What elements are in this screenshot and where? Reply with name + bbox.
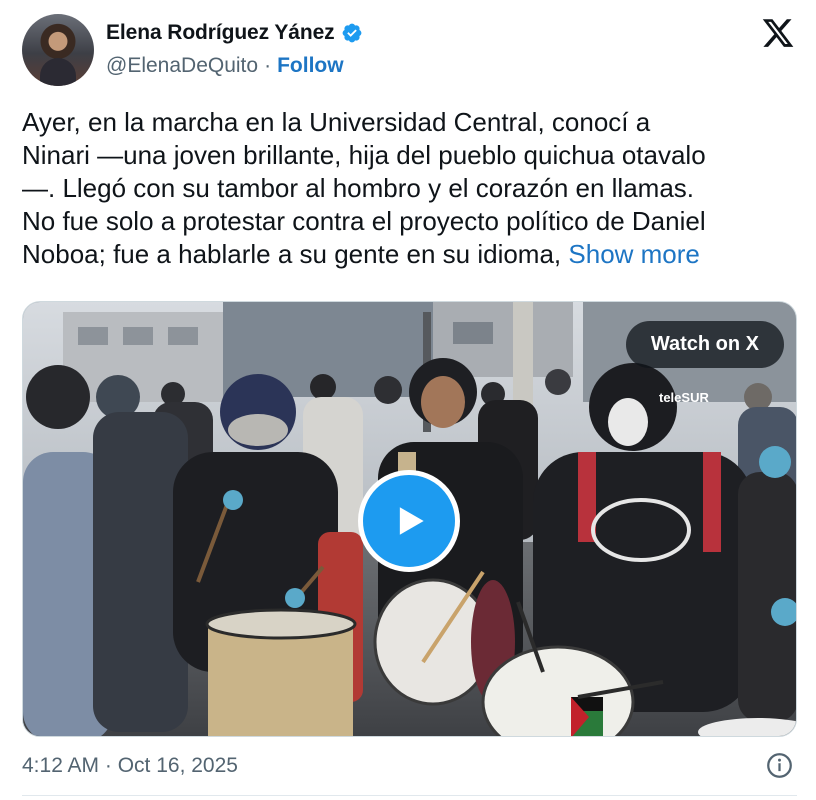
play-icon	[399, 507, 424, 535]
author-name-row: Elena Rodríguez Yánez	[106, 21, 363, 45]
info-icon[interactable]	[766, 752, 793, 779]
author-handle[interactable]: @ElenaDeQuito	[106, 54, 258, 78]
play-button[interactable]	[358, 470, 460, 572]
author-handle-row: @ElenaDeQuito · Follow	[106, 54, 344, 78]
tweet-line: —. Llegó con su tambor al hombro y el co…	[22, 173, 695, 203]
watch-on-x-button[interactable]: Watch on X	[625, 321, 784, 368]
author-avatar[interactable]	[22, 14, 94, 86]
tweet-line: No fue solo a protestar contra el proyec…	[22, 206, 706, 236]
tweet-text: Ayer, en la marcha en la Universidad Cen…	[22, 106, 802, 271]
show-more-link[interactable]: Show more	[568, 239, 700, 269]
video-player[interactable]: teleSUR Watch on X	[22, 301, 797, 737]
tweet-line-text: Noboa; fue a hablarle a su gente en su i…	[22, 239, 562, 269]
follow-button[interactable]: Follow	[277, 54, 344, 78]
tweet-line-last: Noboa; fue a hablarle a su gente en su i…	[22, 238, 802, 271]
tweet-timestamp[interactable]: 4:12 AM · Oct 16, 2025	[22, 754, 238, 778]
tweet-line: Ninari —una joven brillante, hija del pu…	[22, 140, 706, 170]
video-watermark: teleSUR	[659, 390, 709, 405]
x-logo-icon[interactable]	[760, 16, 796, 50]
divider	[22, 795, 797, 796]
verified-badge-icon	[342, 23, 361, 43]
author-name[interactable]: Elena Rodríguez Yánez	[106, 21, 335, 45]
tweet-line: Ayer, en la marcha en la Universidad Cen…	[22, 107, 651, 137]
separator-dot: ·	[264, 54, 272, 77]
